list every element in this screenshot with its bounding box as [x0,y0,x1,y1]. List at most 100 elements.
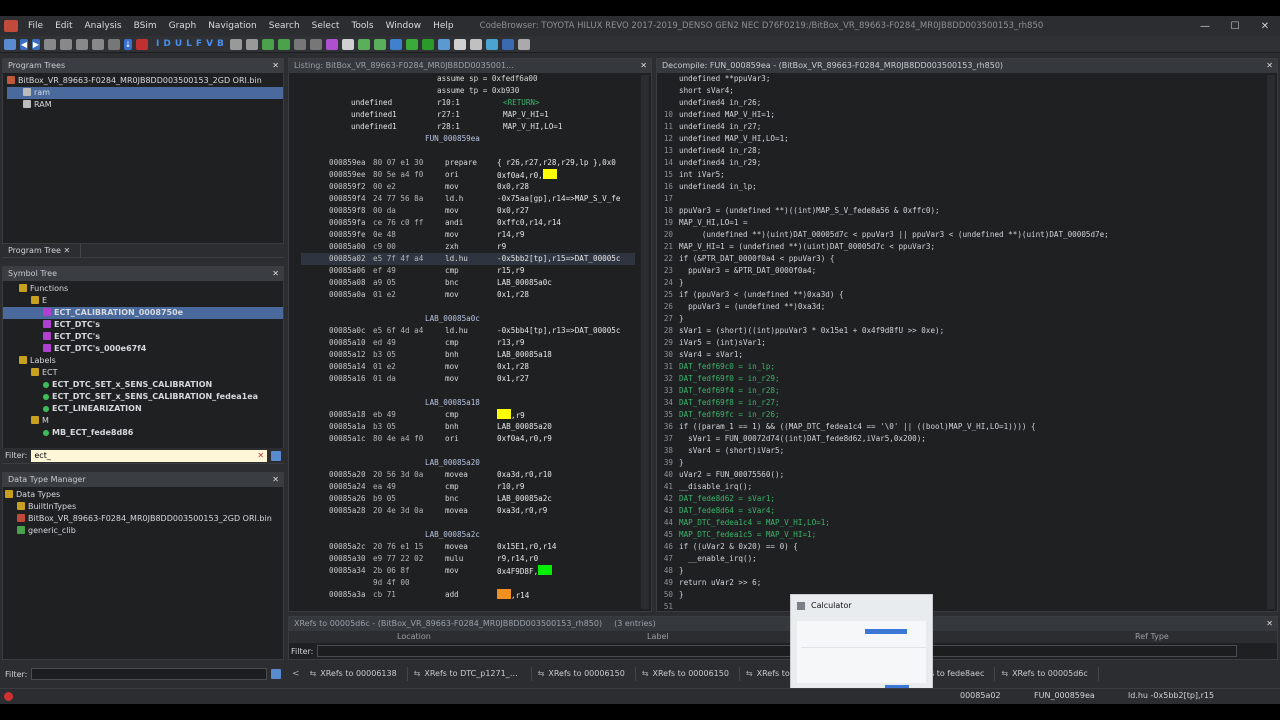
decompile-line[interactable]: 40 uVar2 = FUN_00075560(); [659,469,1263,481]
listing-line[interactable]: 00085a24 ea 49 cmp r10,r9 [301,481,635,493]
decompile-line[interactable]: 38 sVar4 = (short)iVar5; [659,445,1263,457]
listing-line[interactable]: 000859f4 24 77 56 8a ld.h -0x75aa[gp],r14=>… [301,193,635,205]
close-icon[interactable]: ✕ [272,267,279,281]
decompile-text[interactable]: ppuVar3 = &PTR_DAT_0000f0a4; [679,266,816,275]
nav-icon-4[interactable] [92,38,104,50]
instr-mnemonic[interactable]: mov [445,361,459,373]
instr-operands[interactable]: 0x4F9D8F, [497,567,538,576]
decompile-text[interactable]: (undefined **)(uint)DAT_00005d7c < ppuVa… [679,230,1109,239]
decompile-text[interactable]: sVar4 = (short)iVar5; [679,446,784,455]
instr-address[interactable]: 00085a18 [329,409,366,421]
decompile-line[interactable]: 51 [659,601,1263,611]
listing-line[interactable]: LAB_00085a18 [301,397,635,409]
instr-address[interactable]: 00085a0a [329,289,366,301]
decompile-line[interactable]: 10 undefined MAP_V_HI=1; [659,109,1263,121]
decompile-line[interactable]: 13 undefined4 in_r28; [659,145,1263,157]
decompile-text[interactable]: __disable_irq(); [679,482,752,491]
decompile-line[interactable]: 32 DAT_fedf69f0 = in_r29; [659,373,1263,385]
decompile-text[interactable]: undefined4 in_r29; [679,158,761,167]
menu-search[interactable]: Search [263,16,306,36]
instr-operands[interactable]: { r26,r27,r28,r29,lp },0x0 [497,158,616,167]
decompile-line[interactable]: short sVar4; [659,85,1263,97]
decompile-text[interactable]: sVar4 = sVar1; [679,350,743,359]
listing-line[interactable]: FUN_000859ea [301,133,635,145]
instr-address[interactable]: 00085a10 [329,337,366,349]
instr-operands[interactable]: 0xf0a4,r0,r9 [497,434,552,443]
decompile-text[interactable]: undefined4 in_lp; [679,182,757,191]
dtm-row-program[interactable]: BitBox_VR_89663-F0284_MR0JB8DD003500153_… [5,513,283,525]
decompile-line[interactable]: 18 ppuVar3 = (undefined **)((int)MAP_S_V_… [659,205,1263,217]
decompile-line[interactable]: 21 MAP_V_HI=1 = (undefined **)(uint)DAT_0… [659,241,1263,253]
decompile-line[interactable]: 26 ppuVar3 = (undefined **)0xa3d; [659,301,1263,313]
symbol-filter-input[interactable]: ect_ ✕ [31,449,268,462]
symbol-tree-row[interactable]: E [3,295,283,307]
symbol-tree-row[interactable]: ECT_LINEARIZATION [3,403,283,415]
decompile-text[interactable]: DAT_fedf69c0 = in_lp; [679,362,775,371]
instr-address[interactable]: 00085a34 [329,565,366,577]
instr-operands[interactable]: r10,r9 [497,482,524,491]
decompile-line[interactable]: 12 undefined MAP_V_HI,LO=1; [659,133,1263,145]
decompile-text[interactable]: MAP_DTC_fedea1c4 = MAP_V_HI,LO=1; [679,518,830,527]
toolbar-letter-i[interactable]: I [156,39,159,49]
listing-line[interactable]: 00085a28 20 4e 3d 0a movea 0xa3d,r0,r9 [301,505,635,517]
symbol-tree-row[interactable]: ECT_DTC_SET_x_SENS_CALIBRATION_fedea1ea [3,391,283,403]
tool-icon-14[interactable] [485,38,498,50]
listing-line[interactable]: undefined1 r28:1 MAP_V_HI,LO=1 [301,121,635,133]
listing-line[interactable]: 00085a1a b3 05 bnh LAB_00085a20 [301,421,635,433]
filter-options-icon[interactable] [271,669,281,679]
instr-address[interactable]: 00085a28 [329,505,366,517]
decompile-text[interactable]: undefined MAP_V_HI=1; [679,110,775,119]
tool-icon-2[interactable] [245,38,258,50]
tab-xrefs[interactable]: ⇆ XRefs to DTC_p1271_TUR... [408,667,532,681]
dtm-row-data-types[interactable]: Data Types [5,489,283,501]
decompile-line[interactable]: 50} [659,589,1263,601]
instr-address[interactable]: 000859f4 [329,193,366,205]
instr-mnemonic[interactable]: cmp [445,337,459,349]
tab-xrefs[interactable]: ⇆ XRefs to 00006150 [636,667,740,681]
close-icon[interactable]: ✕ [640,59,647,73]
listing-line[interactable]: assume sp = 0xfedf6a00 [301,73,635,85]
decompile-text[interactable]: undefined4 in_r26; [679,98,761,107]
listing-line[interactable]: 00085a02 e5 7f 4f a4 ld.hu -0x5bb2[tp],r15=… [301,253,635,265]
symbol-tree-row[interactable]: ECT [3,367,283,379]
run-icon[interactable] [421,38,434,50]
toolbar-letter-f[interactable]: F [196,39,202,49]
listing-line[interactable]: 000859f8 00 da mov 0x0,r27 [301,205,635,217]
decompile-line[interactable]: 28 sVar1 = (short)((int)ppuVar3 * 0x15e1 … [659,325,1263,337]
decompile-text[interactable]: __enable_irq(); [679,554,757,563]
instr-operands[interactable]: 0x1,r28 [497,290,529,299]
listing-line[interactable]: undefined r10:1 <RETURN> [301,97,635,109]
symbol-tree-row[interactable]: Labels [3,355,283,367]
instr-operands[interactable]: ,r14 [511,591,529,600]
nav-icon-3[interactable] [76,38,88,50]
listing-line[interactable]: LAB_00085a0c [301,313,635,325]
instr-address[interactable]: 00085a16 [329,373,366,385]
dtm-filter-input[interactable] [31,668,268,680]
decompile-text[interactable]: if (ppuVar3 < (undefined **)0xa3d) { [679,290,844,299]
decompile-line[interactable]: 34 DAT_fedf69f8 = in_r27; [659,397,1263,409]
decompile-line[interactable]: undefined **ppuVar3; [659,73,1263,85]
instr-operands[interactable]: 0x0,r28 [497,182,529,191]
xrefs-filter-input[interactable] [317,645,1238,657]
instr-address[interactable]: 000859fa [329,217,366,229]
instr-mnemonic[interactable]: mov [445,289,459,301]
instr-mnemonic[interactable]: cmp [445,409,459,421]
symbol-tree-row[interactable]: ECT_DTC's_000e67f4 [3,343,283,355]
tool-icon-6[interactable] [341,38,354,50]
listing-line[interactable] [301,517,635,529]
decompile-text[interactable]: DAT_fedf69f4 = in_r28; [679,386,780,395]
decompile-line[interactable]: 47 __enable_irq(); [659,553,1263,565]
instr-operands[interactable]: LAB_00085a0c [497,278,552,287]
toolbar-letter-u[interactable]: U [175,39,182,49]
decompile-line[interactable]: 19 MAP_V_HI,LO=1 = [659,217,1263,229]
instr-operands[interactable]: LAB_00085a2c [497,494,552,503]
program-tree-item-ram[interactable]: ram [7,87,283,99]
symbol-tree-row[interactable]: MB_ECT_fede8d86 [3,427,283,439]
minimize-button[interactable]: — [1190,21,1220,32]
close-window-button[interactable]: ✕ [1250,21,1280,32]
program-tree-item-RAM[interactable]: RAM [7,99,283,111]
decompile-line[interactable]: 27} [659,313,1263,325]
instr-operands[interactable]: 0xffc0,r14,r14 [497,218,561,227]
decompile-line[interactable]: 41 __disable_irq(); [659,481,1263,493]
code-label[interactable]: LAB_00085a2c [425,529,480,541]
